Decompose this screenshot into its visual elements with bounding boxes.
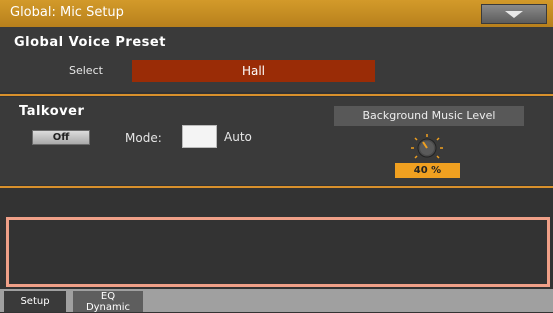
page-title: Global: Mic Setup [10, 5, 124, 20]
section-heading: Talkover [19, 104, 85, 119]
empty-panel [0, 188, 553, 215]
talkover-toggle-button[interactable]: Off [32, 130, 90, 145]
tab-bar: Setup EQ Dynamic [0, 289, 553, 313]
mode-label: Mode: [125, 131, 162, 145]
mode-value-label: Auto [224, 130, 252, 144]
triangle-down-icon [505, 11, 523, 18]
global-voice-preset-section: Global Voice Preset Select Hall [0, 27, 553, 92]
title-bar: Global: Mic Setup [0, 0, 553, 27]
mode-checkbox[interactable] [182, 125, 217, 148]
tab-eq-dynamic[interactable]: EQ Dynamic [73, 291, 143, 313]
select-label: Select [69, 64, 103, 77]
knob-icon [411, 134, 443, 159]
tab-setup[interactable]: Setup [4, 291, 66, 312]
section-heading: Global Voice Preset [14, 35, 166, 50]
info-panel [6, 217, 550, 287]
talkover-section: Talkover Off Mode: Auto Background Music… [0, 97, 553, 185]
voice-preset-select[interactable]: Hall [132, 60, 375, 82]
page-menu-button[interactable] [481, 4, 547, 24]
background-music-level-label: Background Music Level [334, 106, 524, 126]
background-music-level-value: 40 % [395, 163, 460, 178]
background-music-level-knob[interactable] [410, 133, 444, 161]
separator [0, 94, 553, 96]
